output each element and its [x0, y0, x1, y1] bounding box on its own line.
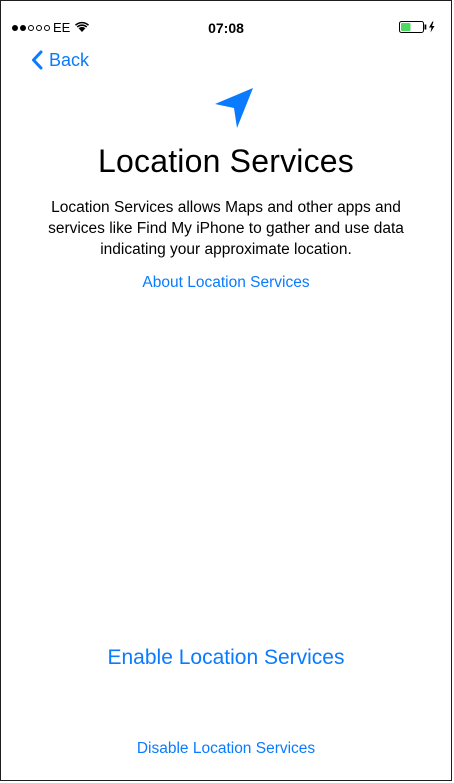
description-text: Location Services allows Maps and other …: [48, 199, 404, 258]
setup-screen: EE 07:08 Back Location Services Location…: [0, 0, 452, 781]
back-button[interactable]: Back: [31, 49, 89, 71]
enable-location-services-button[interactable]: Enable Location Services: [1, 644, 451, 672]
location-arrow-icon: [215, 88, 253, 128]
page-title: Location Services: [98, 143, 354, 179]
clock: 07:08: [208, 20, 244, 36]
about-location-services-link[interactable]: About Location Services: [1, 273, 451, 293]
battery-charging-icon: [399, 21, 435, 33]
back-label: Back: [49, 50, 90, 70]
status-bar: EE 07:08: [1, 1, 451, 41]
chevron-left-icon: [32, 50, 43, 70]
disable-location-services-button[interactable]: Disable Location Services: [1, 739, 451, 759]
